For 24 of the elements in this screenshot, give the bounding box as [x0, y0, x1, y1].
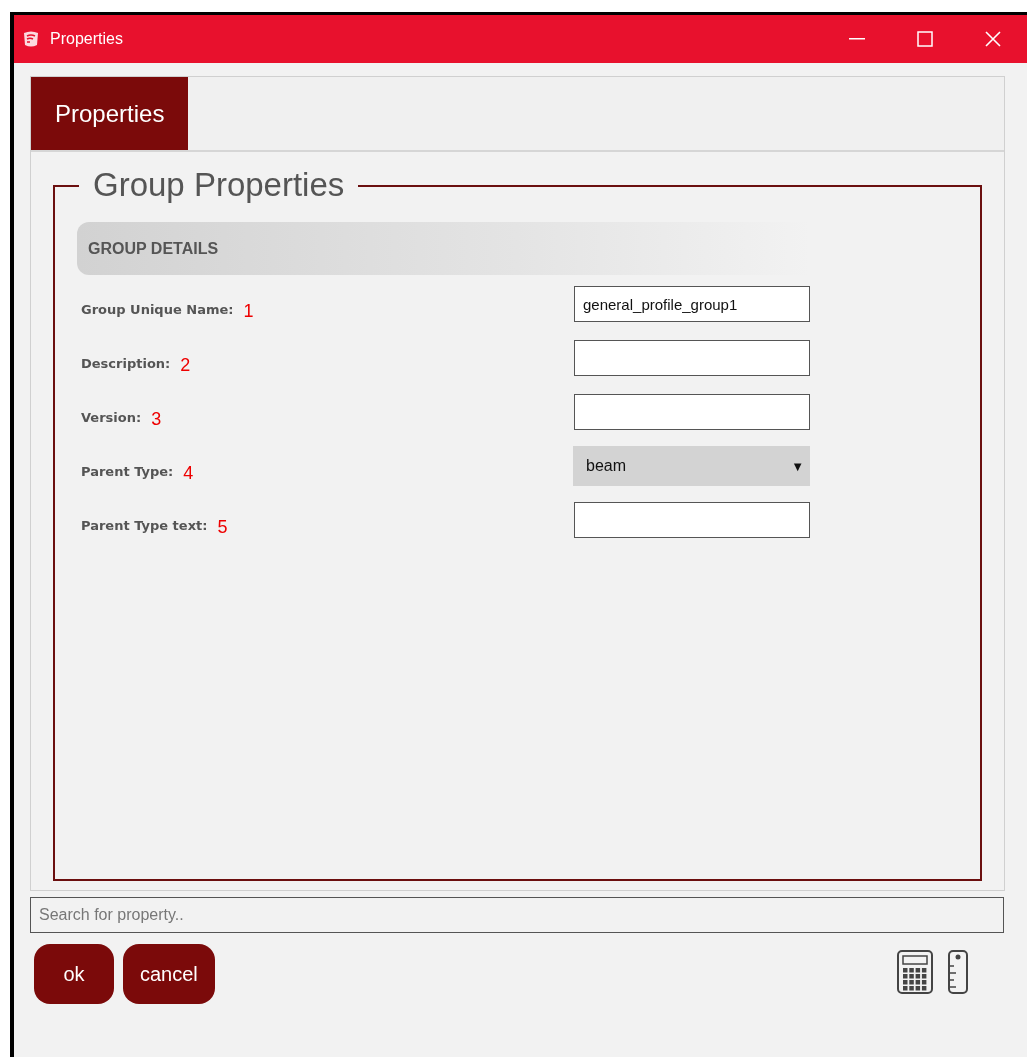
- text-field[interactable]: [574, 502, 810, 538]
- field-label: Group Unique Name:: [81, 301, 234, 317]
- minimize-icon: [849, 38, 865, 40]
- field-label: Parent Type:: [81, 463, 174, 479]
- tab[interactable]: Properties: [31, 77, 189, 150]
- field-label: Description:: [81, 355, 171, 371]
- cancel-button[interactable]: cancel: [123, 944, 215, 1004]
- text-field[interactable]: [574, 394, 810, 430]
- annotation-number: 4: [183, 462, 194, 484]
- text-field[interactable]: [574, 340, 810, 376]
- close-icon: [985, 31, 1001, 47]
- search-field[interactable]: Search for property..: [30, 897, 1004, 933]
- text-field[interactable]: general_profile_group1: [574, 286, 810, 322]
- dropdown[interactable]: beam ▼: [573, 446, 810, 486]
- app-logo-icon: [22, 30, 40, 48]
- annotation-number: 3: [151, 408, 162, 430]
- field-label: Version:: [81, 409, 142, 425]
- maximize-icon: [917, 31, 933, 47]
- annotation-number: 5: [217, 516, 228, 538]
- ok-button[interactable]: ok: [34, 944, 114, 1004]
- annotation-number: 1: [243, 300, 254, 322]
- annotation-number: 2: [180, 354, 191, 376]
- field-label: Parent Type text:: [81, 517, 208, 533]
- window-title: Properties: [50, 30, 124, 48]
